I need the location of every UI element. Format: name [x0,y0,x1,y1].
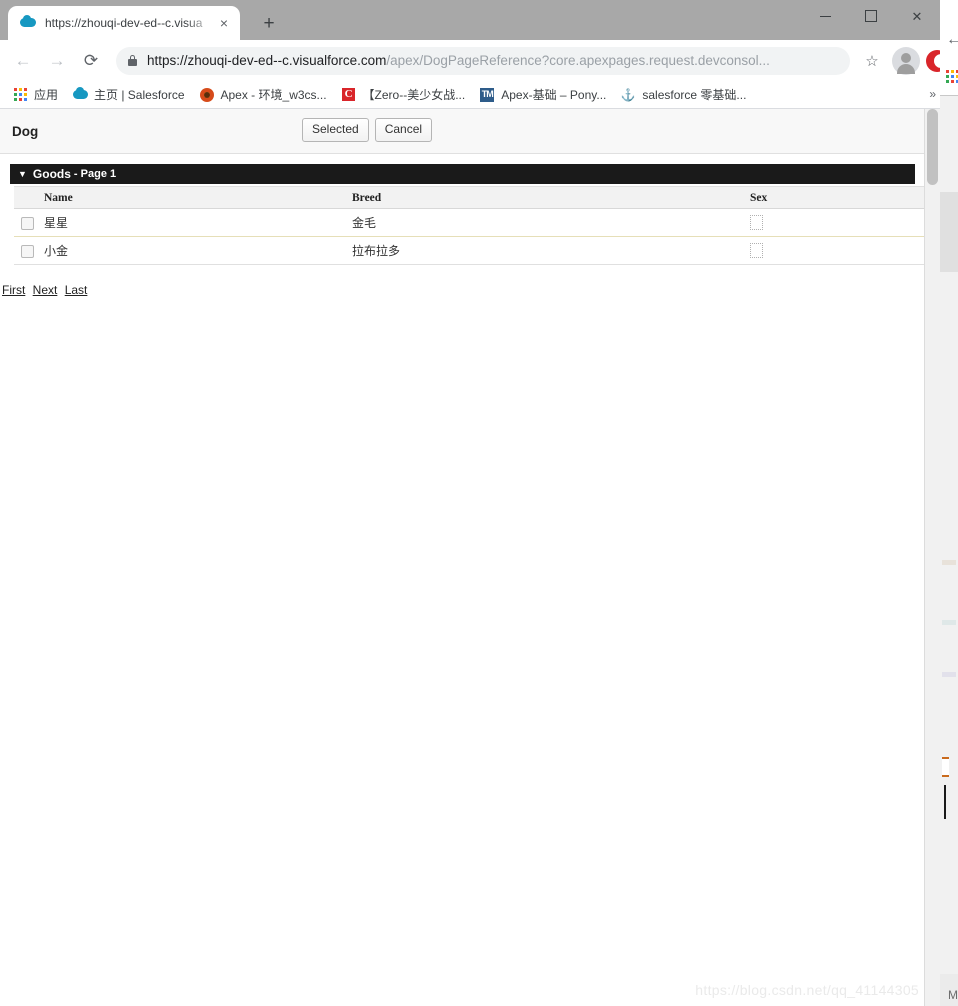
extension-icon[interactable] [926,49,940,72]
broken-image-icon [750,215,763,231]
apps-grid-icon [12,87,28,103]
column-header-select [14,186,36,209]
row-checkbox[interactable] [21,244,34,258]
reload-icon[interactable]: ⟳ [76,46,106,76]
close-icon[interactable]: × [216,15,232,31]
new-tab-button[interactable]: + [256,11,282,37]
section-title: Goods [32,167,71,181]
bookmark-star-icon[interactable]: ☆ [858,47,886,75]
bookmark-apex-w3cschool[interactable]: Apex - 环境_w3cs... [199,86,327,103]
column-header-sex: Sex [742,186,924,209]
bookmark-salesforce-home[interactable]: 主页 | Salesforce [72,86,185,103]
bookmark-label: 应用 [34,88,59,102]
table-header-row: Name Breed Sex [14,186,924,209]
background-faint-row [942,672,956,677]
background-text-cursor [944,785,946,819]
browser-tab[interactable]: https://zhouqi-dev-ed--c.visua × [8,6,240,40]
scrollbar-thumb[interactable] [927,109,938,185]
background-faint-row [942,560,956,565]
page-scrollbar[interactable] [924,109,940,1006]
background-faint-row [942,620,956,625]
back-icon[interactable]: ← [8,46,38,76]
cell-sex [742,208,924,237]
background-highlight-bar [942,757,949,777]
cell-sex [742,236,924,265]
section-wrapper: ▼ Goods - Page 1 [0,154,925,184]
cloud-icon [20,15,36,31]
profile-avatar[interactable] [892,46,920,75]
background-apps-grid-icon[interactable] [946,70,958,84]
page-viewport: Dog Selected Cancel ▼ Goods - Page 1 Nam… [0,109,940,1006]
tab-title: https://zhouqi-dev-ed--c.visua [45,16,203,30]
chevron-down-icon[interactable]: ▼ [18,169,27,179]
row-select-cell [14,236,36,265]
address-bar-url: https://zhouqi-dev-ed--c.visualforce.com… [147,53,770,68]
cell-breed: 拉布拉多 [344,236,742,265]
background-content-block [940,192,958,272]
visualforce-page: Dog Selected Cancel ▼ Goods - Page 1 Nam… [0,109,925,1006]
address-bar[interactable]: https://zhouqi-dev-ed--c.visualforce.com… [116,46,850,75]
page-title: Dog [12,124,39,139]
bookmarks-bar: 应用 主页 | Salesforce Apex - 环境_w3cs... C 【… [0,81,940,109]
broken-image-icon [750,243,763,259]
url-host: https://zhouqi-dev-ed--c.visualforce.com [147,53,387,68]
c-logo-icon: C [341,87,357,103]
tab-strip: https://zhouqi-dev-ed--c.visua × + ✕ [0,0,940,40]
bookmark-label: salesforce 零基础... [642,88,747,102]
bookmarks-overflow-button[interactable]: » [929,87,936,101]
cloud-icon [72,87,88,103]
bookmark-apps[interactable]: 应用 [12,86,58,103]
section-header-bar[interactable]: ▼ Goods - Page 1 [10,164,915,184]
close-window-button[interactable]: ✕ [894,0,940,32]
pagination-links: First Next Last [2,283,925,297]
lock-icon [128,55,137,66]
first-link[interactable]: First [2,283,25,297]
forward-icon[interactable]: → [42,46,72,76]
url-path: /apex/DogPageReference?core.apexpages.re… [386,53,770,68]
browser-window: https://zhouqi-dev-ed--c.visua × + ✕ ← →… [0,0,940,1006]
window-controls: ✕ [802,0,940,32]
background-corner-letter: M [948,988,958,1002]
column-header-name: Name [36,186,344,209]
bookmark-label: Apex-基础 – Pony... [501,88,607,102]
maximize-button[interactable] [848,0,894,32]
bookmark-label: 【Zero--美少女战... [362,88,466,102]
minimize-button[interactable] [802,0,848,32]
next-link[interactable]: Next [33,283,58,297]
page-action-buttons: Selected Cancel [302,118,433,142]
anchor-icon: ⚓ [620,87,636,102]
bookmark-zero-anime[interactable]: C 【Zero--美少女战... [341,86,466,103]
selected-button[interactable]: Selected [302,118,369,142]
background-back-icon[interactable]: ← [946,32,958,48]
column-header-breed: Breed [344,186,742,209]
cell-name: 小金 [36,236,344,265]
bookmark-salesforce-basics[interactable]: ⚓ salesforce 零基础... [620,86,747,103]
blue-tile-icon: TM [479,87,495,103]
table-row: 小金 拉布拉多 [14,236,924,265]
section-subtitle: - Page 1 [73,168,117,180]
flower-icon [199,87,215,103]
table-row: 星星 金毛 [14,208,924,237]
cell-breed: 金毛 [344,208,742,237]
bookmark-label: Apex - 环境_w3cs... [220,88,327,102]
page-header: Dog Selected Cancel [0,109,925,154]
browser-toolbar: ← → ⟳ https://zhouqi-dev-ed--c.visualfor… [0,40,940,81]
bookmark-label: 主页 | Salesforce [94,88,185,102]
watermark: https://blog.csdn.net/qq_41144305 [695,982,919,998]
bookmark-apex-pony[interactable]: TM Apex-基础 – Pony... [479,86,606,103]
last-link[interactable]: Last [65,283,88,297]
row-select-cell [14,208,36,237]
row-checkbox[interactable] [21,216,34,230]
cancel-button[interactable]: Cancel [374,118,433,142]
cell-name: 星星 [36,208,344,237]
dog-list-table: Name Breed Sex 星星 金毛 小金 拉布拉多 [14,186,924,265]
